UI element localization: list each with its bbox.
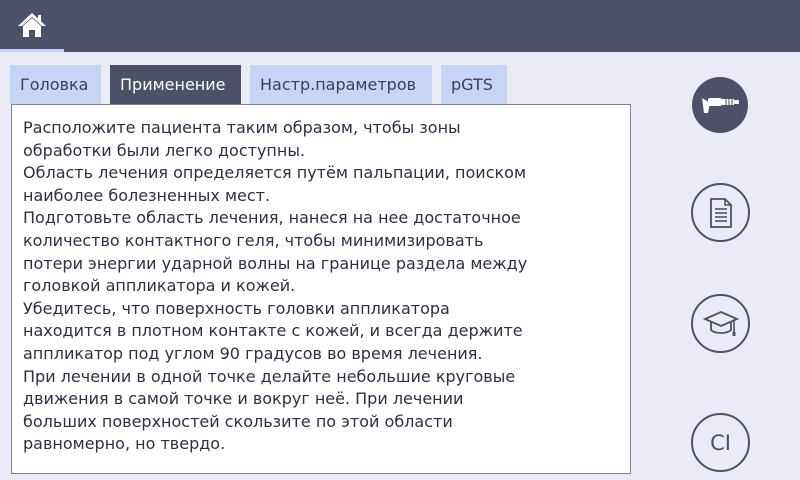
graduation-cap-icon bbox=[702, 310, 739, 336]
tab-bar: Головка Применение Настр.параметров pGTS bbox=[10, 65, 507, 104]
top-bar bbox=[0, 0, 800, 52]
instruction-line: больших поверхностей скользите по этой о… bbox=[23, 411, 453, 431]
applicator-icon bbox=[702, 98, 739, 113]
instruction-line: При лечении в одной точке делайте неболь… bbox=[23, 366, 516, 386]
home-icon bbox=[18, 12, 46, 37]
tab-golovka[interactable]: Головка bbox=[10, 65, 101, 104]
instruction-line: движения в самой точке и вокруг неё. При… bbox=[23, 389, 464, 409]
instruction-line: Убедитесь, что поверхность головки аппли… bbox=[23, 298, 450, 318]
ci-label: CI bbox=[710, 430, 731, 455]
instructions-panel: Расположите пациента таким образом, чтоб… bbox=[11, 104, 631, 474]
tab-primenenie[interactable]: Применение bbox=[110, 65, 241, 104]
home-button[interactable] bbox=[0, 0, 64, 52]
instruction-line: потери энергии ударной волны на границе … bbox=[23, 253, 528, 273]
instruction-line: количество контактного геля, чтобы миним… bbox=[23, 230, 484, 250]
instruction-line: Область лечения определяется путём пальп… bbox=[23, 163, 527, 183]
instruction-line: Расположите пациента таким образом, чтоб… bbox=[23, 118, 461, 137]
tab-pgts[interactable]: pGTS bbox=[441, 65, 507, 104]
instruction-line: обработки были легко доступны. bbox=[23, 140, 306, 160]
instruction-line: наиболее болезненных мест. bbox=[23, 185, 271, 205]
applicator-button[interactable] bbox=[692, 77, 748, 133]
document-button[interactable] bbox=[691, 183, 750, 242]
instruction-line: равномерно, но твердо. bbox=[23, 434, 226, 454]
instruction-line: аппликатор под углом 90 градусов во врем… bbox=[23, 343, 483, 363]
instruction-line: Подготовьте область лечения, нанеся на н… bbox=[23, 208, 521, 228]
instruction-line: головкой аппликатора и кожей. bbox=[23, 276, 296, 296]
tab-nastr-parametrov[interactable]: Настр.параметров bbox=[250, 65, 432, 104]
education-button[interactable] bbox=[691, 294, 750, 353]
instruction-line: находится в плотном контакте с кожей, и … bbox=[23, 321, 523, 341]
ci-button[interactable]: CI bbox=[691, 413, 750, 472]
document-icon bbox=[709, 197, 732, 228]
